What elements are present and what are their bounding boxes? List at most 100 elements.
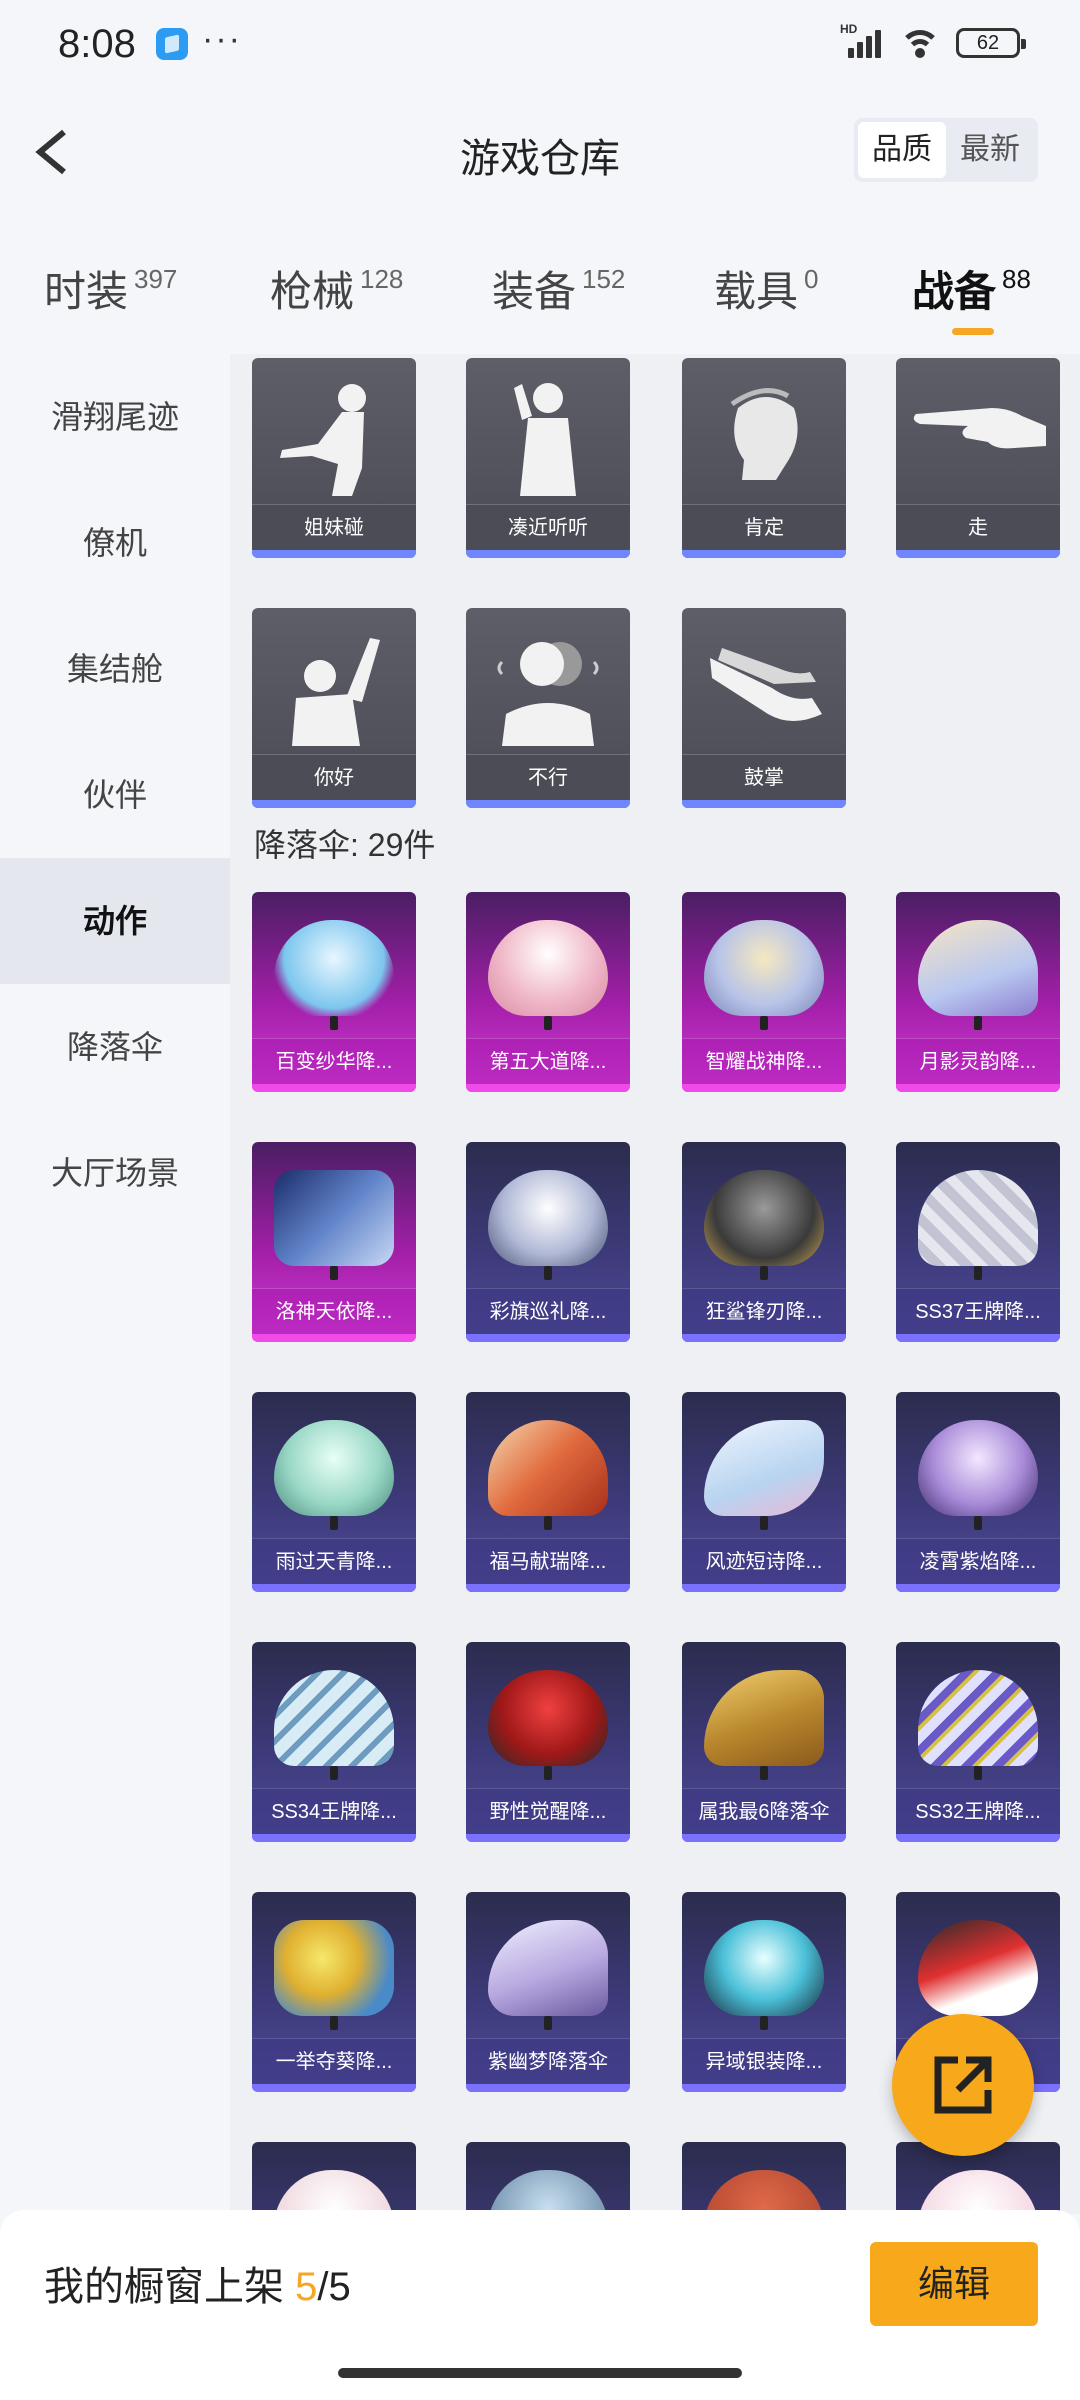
sisters-bump-figure-icon	[280, 384, 366, 496]
wifi-icon	[898, 28, 942, 58]
rarity-bar	[682, 1084, 846, 1092]
sidebar-item-wingman[interactable]: 僚机	[0, 480, 230, 606]
app-notification-icon	[156, 28, 188, 60]
action-item[interactable]: 姐妹碰	[252, 358, 416, 558]
sidebar-item-partner[interactable]: 伙伴	[0, 732, 230, 858]
tab-equipment[interactable]: 装备 152	[492, 258, 625, 319]
rarity-bar	[682, 1334, 846, 1342]
parachute-item[interactable]: 狂鲨锋刃降...	[682, 1142, 846, 1342]
external-link-icon	[934, 2056, 992, 2114]
clock: 8:08	[58, 22, 136, 66]
parachute-item[interactable]: 智耀战神降...	[682, 892, 846, 1092]
tab-label: 枪械	[270, 268, 355, 315]
rarity-bar	[896, 550, 1060, 558]
parachute-item[interactable]: 属我最6降落伞	[682, 1642, 846, 1842]
parachute-item[interactable]	[466, 2142, 630, 2214]
sort-quality-button[interactable]: 品质	[858, 122, 946, 178]
item-label: 第五大道降...	[466, 1038, 630, 1084]
rarity-bar	[466, 1584, 630, 1592]
parachute-item[interactable]: SS34王牌降...	[252, 1642, 416, 1842]
parachute-image	[918, 920, 1038, 1030]
parachute-image	[274, 1170, 394, 1280]
parachute-item[interactable]: 野性觉醒降...	[466, 1642, 630, 1842]
action-item[interactable]: 你好	[252, 608, 416, 808]
sidebar-item-actions[interactable]: 动作	[0, 858, 230, 984]
tab-fashion[interactable]: 时装 397	[44, 258, 177, 319]
parachute-item[interactable]: SS32王牌降...	[896, 1642, 1060, 1842]
rarity-bar	[466, 1834, 630, 1842]
item-label: 姐妹碰	[252, 504, 416, 550]
parachute-image	[488, 1420, 608, 1530]
tab-count: 0	[804, 264, 819, 294]
tab-combat-prep[interactable]: 战备 88	[912, 258, 1031, 335]
parachute-item[interactable]	[682, 2142, 846, 2214]
sidebar-item-assembly-pod[interactable]: 集结舱	[0, 606, 230, 732]
edit-button[interactable]: 编辑	[870, 2242, 1038, 2326]
parachute-item[interactable]: 月影灵韵降...	[896, 892, 1060, 1092]
rarity-bar	[466, 1334, 630, 1342]
parachute-item[interactable]: 凌霄紫焰降...	[896, 1392, 1060, 1592]
rarity-bar	[252, 1334, 416, 1342]
parachute-item[interactable]: 百变纱华降...	[252, 892, 416, 1092]
item-label: 风迹短诗降...	[682, 1538, 846, 1584]
parachute-item[interactable]: 第五大道降...	[466, 892, 630, 1092]
tab-count: 152	[582, 264, 626, 294]
parachute-item[interactable]: 异域银装降...	[682, 1892, 846, 2092]
tab-vehicles[interactable]: 载具 0	[714, 258, 818, 319]
action-item[interactable]: 鼓掌	[682, 608, 846, 808]
item-label: 一举夺葵降...	[252, 2038, 416, 2084]
rarity-bar	[466, 1084, 630, 1092]
parachute-image	[918, 1170, 1038, 1280]
parachute-item[interactable]: SS37王牌降...	[896, 1142, 1060, 1342]
pointing-hand-icon	[913, 408, 1046, 449]
tab-label: 战备	[912, 268, 997, 315]
sidebar-item-glide-trail[interactable]: 滑翔尾迹	[0, 354, 230, 480]
rarity-bar	[252, 1584, 416, 1592]
rarity-bar	[896, 1084, 1060, 1092]
item-label: 紫幽梦降落伞	[466, 2038, 630, 2084]
clapping-hands-icon	[710, 648, 822, 721]
parachute-image	[274, 1670, 394, 1780]
listen-closely-figure-icon	[514, 383, 576, 496]
parachute-item[interactable]	[252, 2142, 416, 2214]
tab-label: 载具	[714, 268, 799, 315]
sidebar-item-lobby-scene[interactable]: 大厅场景	[0, 1110, 230, 1236]
item-label: 走	[896, 504, 1060, 550]
parachute-image	[704, 1420, 824, 1530]
parachute-image	[918, 1920, 1038, 2030]
parachute-item[interactable]: 彩旗巡礼降...	[466, 1142, 630, 1342]
item-label: 属我最6降落伞	[682, 1788, 846, 1834]
sidebar-item-parachute[interactable]: 降落伞	[0, 984, 230, 1110]
parachute-item[interactable]: 风迹短诗降...	[682, 1392, 846, 1592]
action-item[interactable]: 凑近听听	[466, 358, 630, 558]
sort-toggle: 品质 最新	[854, 118, 1038, 182]
parachute-item[interactable]: 洛神天依降...	[252, 1142, 416, 1342]
parachute-item[interactable]: 紫幽梦降落伞	[466, 1892, 630, 2092]
action-item[interactable]: 肯定	[682, 358, 846, 558]
tab-weapons[interactable]: 枪械 128	[270, 258, 403, 319]
showcase-current-count: 5	[295, 2265, 318, 2309]
parachute-item[interactable]: 一举夺葵降...	[252, 1892, 416, 2092]
action-item[interactable]: 走	[896, 358, 1060, 558]
home-indicator[interactable]	[338, 2368, 742, 2378]
share-button[interactable]	[892, 2014, 1034, 2156]
action-item[interactable]: 不行	[466, 608, 630, 808]
header: 游戏仓库 品质 最新	[0, 100, 1080, 200]
rarity-bar	[252, 550, 416, 558]
parachute-item[interactable]: 雨过天青降...	[252, 1392, 416, 1592]
parachute-image	[488, 2170, 608, 2214]
rarity-bar	[252, 2084, 416, 2092]
parachute-image	[488, 1920, 608, 2030]
nod-figure-icon	[730, 388, 798, 480]
wave-hello-figure-icon	[292, 638, 380, 746]
parachute-item[interactable]: 福马献瑞降...	[466, 1392, 630, 1592]
parachute-image	[918, 1420, 1038, 1530]
tab-label: 装备	[492, 268, 577, 315]
sort-latest-button[interactable]: 最新	[946, 122, 1034, 178]
item-label: 百变纱华降...	[252, 1038, 416, 1084]
showcase-status: 我的橱窗上架 5/5	[44, 2254, 351, 2312]
tab-label: 时装	[44, 268, 129, 315]
item-label: 鼓掌	[682, 754, 846, 800]
parachute-image	[704, 1170, 824, 1280]
item-label: 月影灵韵降...	[896, 1038, 1060, 1084]
